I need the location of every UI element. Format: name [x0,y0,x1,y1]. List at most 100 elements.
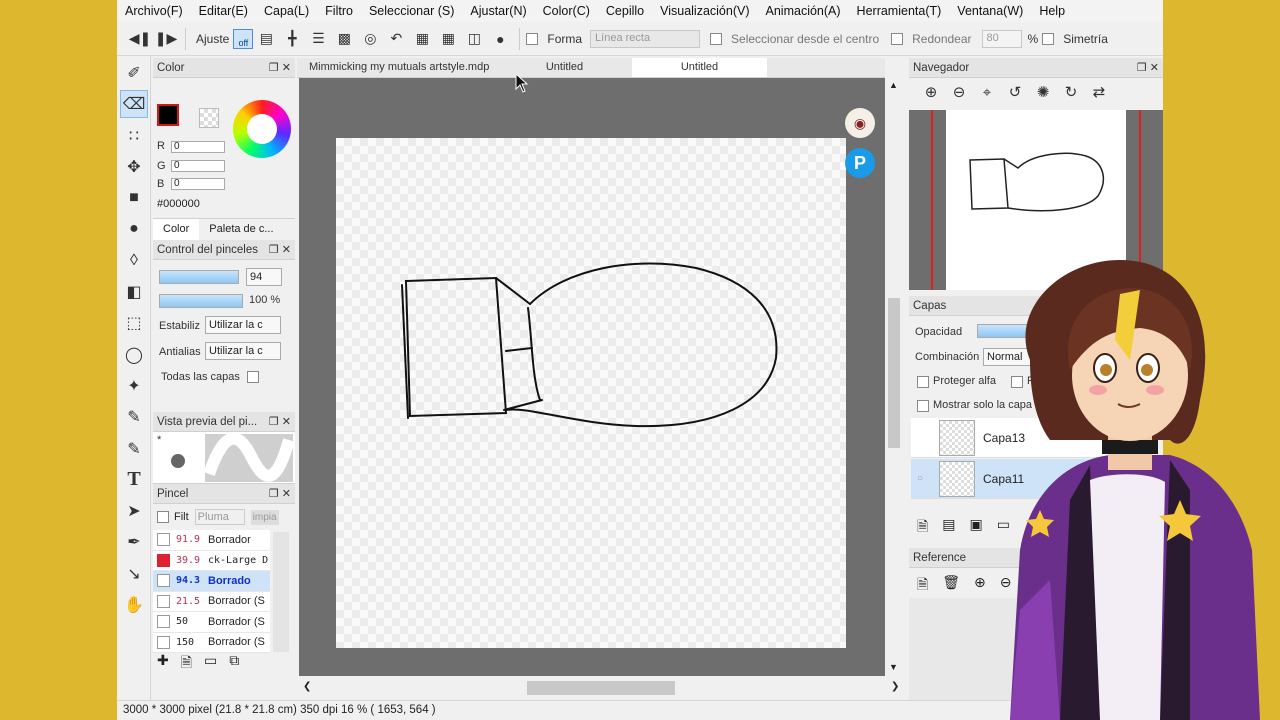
next-arrow-icon[interactable]: ❚▶ [153,27,179,51]
list-item[interactable]: 21.5 Borrador (S [153,591,270,612]
new-reference-icon[interactable]: 🗎 [917,574,928,598]
add-brush-icon[interactable]: ✚ [157,652,169,676]
simetria-checkbox[interactable] [1042,32,1055,45]
menu-editar[interactable]: Editar(E) [199,4,248,18]
transparent-color-swatch[interactable] [199,108,219,128]
chevron-down-icon[interactable]: ▼ [889,662,898,672]
rotate-left-icon[interactable]: ↺ [1001,83,1029,101]
eyedropper-tool-icon[interactable]: ↘ [120,560,148,588]
panel-controls-icon[interactable]: ❐ ✕ [1137,61,1159,74]
tab-color[interactable]: Color [153,219,200,240]
centro-checkbox[interactable] [710,32,723,45]
scroll-thumb[interactable] [527,681,675,695]
vertical-scrollbar[interactable]: ▲ ▼ [885,78,903,676]
redondear-checkbox[interactable] [891,32,904,45]
duplicate-icon[interactable]: ⧉ [229,652,239,676]
menu-visualizacion[interactable]: Visualización(V) [660,4,749,18]
pluma-input[interactable]: Pluma [194,509,245,525]
gradient-tool-icon[interactable]: ◧ [120,278,148,306]
zoom-out-icon[interactable]: ⊖ [945,83,973,101]
rotate-right-icon[interactable]: ↻ [1057,83,1085,101]
snap-lines-icon[interactable]: ▤ [253,27,279,51]
filt-checkbox[interactable] [157,511,169,523]
snap-cross-icon[interactable]: ╋ [279,27,305,51]
zoom-in-icon[interactable]: ⊕ [974,574,986,598]
snap-diagonal-icon[interactable]: ▩ [331,27,357,51]
menu-filtro[interactable]: Filtro [325,4,353,18]
size-input[interactable]: 94 [246,268,282,286]
canvas-area[interactable]: ◉ P [299,78,885,676]
drawing-canvas[interactable] [336,138,846,648]
menu-herramienta[interactable]: Herramienta(T) [857,4,942,18]
reset-rotation-icon[interactable]: ✺ [1029,83,1057,101]
dot-icon[interactable]: ● [487,27,513,51]
panel-controls-icon[interactable]: ❐ ✕ [269,243,291,256]
menu-cepillo[interactable]: Cepillo [606,4,644,18]
tab-mimmicking[interactable]: Mimmicking my mutuals artstyle.mdp [297,58,497,77]
move-tool-icon[interactable]: ✥ [120,153,148,181]
primary-color-swatch[interactable] [157,104,179,126]
text-tool-icon[interactable]: T [120,466,148,494]
proteger-alfa-checkbox[interactable] [917,376,929,388]
todas-capas-checkbox[interactable] [247,371,259,383]
dots-tool-icon[interactable]: ∷ [120,122,148,150]
folder-icon[interactable]: ▭ [204,652,217,676]
menu-archivo[interactable]: Archivo(F) [125,4,183,18]
menu-color[interactable]: Color(C) [543,4,590,18]
pen-tool-icon[interactable]: ✒ [120,528,148,556]
eraser-tool-icon[interactable]: ⌫ [120,90,148,119]
rectangle-tool-icon[interactable]: ■ [120,184,148,212]
menu-animacion[interactable]: Animación(A) [766,4,841,18]
menu-seleccionar[interactable]: Seleccionar (S) [369,4,454,18]
fit-icon[interactable]: ⌖ [973,84,1001,101]
chevron-up-icon[interactable]: ▲ [889,80,898,90]
limpiar-button[interactable]: impia [250,509,279,525]
forma-select[interactable]: Línea recta [590,29,701,48]
redondear-input[interactable]: 80 [981,29,1022,48]
list-item[interactable]: 50 Borrador (S [153,612,270,633]
list-item[interactable]: 150 Borrador (S [153,632,270,653]
pixiv-icon[interactable]: P [845,148,875,178]
rect-select-icon[interactable]: ⬚ [120,309,148,337]
forma-checkbox[interactable] [526,32,539,45]
hand-tool-icon[interactable]: ✋ [120,591,148,619]
pointer-tool-icon[interactable]: ➤ [120,497,148,525]
new-page-icon[interactable]: 🗎 [181,652,192,676]
list-item[interactable]: 91.9 Borrador [153,530,270,551]
panel-controls-icon[interactable]: ❐ ✕ [269,487,291,500]
flip-icon[interactable]: ⇄ [1085,83,1113,101]
menu-ajustar[interactable]: Ajustar(N) [470,4,526,18]
chevron-left-icon[interactable]: ❮ [303,681,311,692]
snap-concentric-icon[interactable]: ◎ [357,27,383,51]
opacity-slider[interactable] [159,294,243,308]
panel-controls-icon[interactable]: ❐ ✕ [269,61,291,74]
snap-curve-icon[interactable]: ↶ [383,27,409,51]
color-wheel[interactable] [233,100,291,158]
magic-wand-icon[interactable]: ✦ [120,372,148,400]
snap-off-button[interactable]: off [233,28,254,49]
menu-help[interactable]: Help [1039,4,1065,18]
lasso-select-icon[interactable]: ◯ [120,341,148,369]
new-layer-8bit-icon[interactable]: ▤ [942,516,955,540]
select-pen-icon[interactable]: ✎ [120,403,148,431]
scroll-thumb[interactable] [888,298,900,448]
snap-hlines-icon[interactable]: ☰ [305,27,331,51]
b-input[interactable]: 0 [171,178,225,190]
list-item[interactable]: 39.9 ck-Large D [153,550,270,571]
tab-paleta[interactable]: Paleta de c... [199,219,283,240]
list-item-selected[interactable]: 94.3 Borrado [153,571,270,592]
panel-controls-icon[interactable]: ❐ ✕ [269,415,291,428]
chevron-right-icon[interactable]: ❯ [891,681,899,692]
snap-perspective-icon[interactable]: ◫ [461,27,487,51]
brush-tool-icon[interactable]: ✐ [120,59,148,87]
mascot-icon[interactable]: ◉ [845,108,875,138]
antialias-select[interactable]: Utilizar la c [205,342,281,360]
blob-tool-icon[interactable]: ● [120,215,148,243]
bucket-tool-icon[interactable]: ◊ [120,247,148,275]
menu-ventana[interactable]: Ventana(W) [957,4,1023,18]
layer-visibility-icon[interactable]: ○ [917,473,923,484]
new-layer-icon[interactable]: 🗎 [917,516,928,540]
menu-capa[interactable]: Capa(L) [264,4,309,18]
trash-icon[interactable]: 🗑 [942,574,960,598]
pincel-scrollbar[interactable] [273,532,289,652]
